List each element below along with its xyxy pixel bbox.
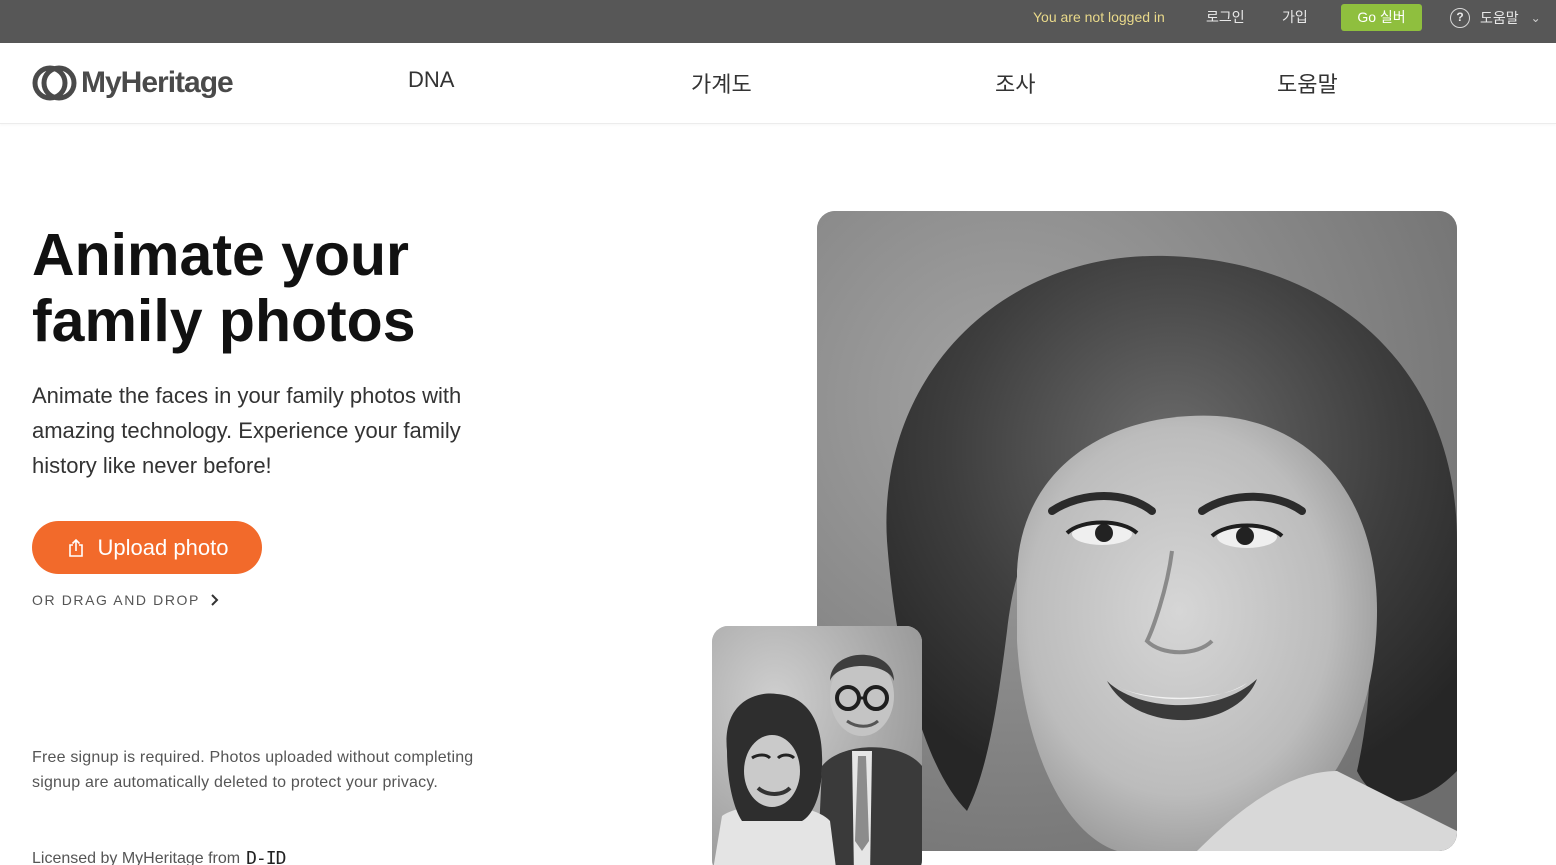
couple-image — [712, 626, 922, 865]
brand-wordmark: MyHeritage — [81, 66, 234, 99]
main-navigation: MyHeritage DNA 가계도 조사 도움말 — [0, 43, 1556, 124]
page-title: Animate your family photos — [32, 222, 552, 354]
upload-icon — [68, 538, 83, 557]
nav-item-help[interactable]: 도움말 — [1277, 67, 1338, 99]
drag-and-drop-link[interactable]: OR DRAG AND DROP — [32, 592, 220, 608]
top-utility-bar: You are not logged in 로그인 가입 Go 실버 ? 도움말… — [0, 0, 1556, 43]
chevron-right-icon — [211, 594, 219, 606]
signup-link[interactable]: 가입 — [1282, 0, 1308, 43]
page-title-line-2: family photos — [32, 288, 416, 354]
help-circle-icon: ? — [1450, 8, 1470, 28]
drag-and-drop-label: OR DRAG AND DROP — [32, 592, 200, 608]
nav-item-dna[interactable]: DNA — [408, 67, 454, 93]
original-couple-photo — [712, 626, 922, 865]
upload-photo-button[interactable]: Upload photo — [32, 521, 262, 574]
myheritage-logo-icon — [32, 65, 77, 101]
go-silver-button[interactable]: Go 실버 — [1341, 4, 1422, 31]
login-link[interactable]: 로그인 — [1206, 0, 1245, 43]
myheritage-logo[interactable]: MyHeritage — [32, 65, 234, 101]
help-menu-label: 도움말 — [1480, 10, 1519, 26]
chevron-down-icon: ⌄ — [1530, 11, 1541, 25]
nav-item-family-tree[interactable]: 가계도 — [691, 67, 752, 99]
nav-item-research[interactable]: 조사 — [995, 67, 1035, 99]
signup-disclaimer: Free signup is required. Photos uploaded… — [32, 749, 474, 791]
page-title-line-1: Animate your — [32, 222, 410, 288]
login-status-text: You are not logged in — [1033, 9, 1165, 25]
help-menu[interactable]: ? 도움말 ⌄ — [1450, 6, 1541, 30]
upload-photo-label: Upload photo — [97, 534, 229, 560]
page-subtitle: Animate the faces in your family photos … — [32, 383, 462, 478]
d-id-logo: D-ID — [246, 848, 286, 865]
license-note: Licensed by MyHeritage from D-ID — [32, 848, 286, 865]
license-text: Licensed by MyHeritage from — [32, 849, 241, 865]
